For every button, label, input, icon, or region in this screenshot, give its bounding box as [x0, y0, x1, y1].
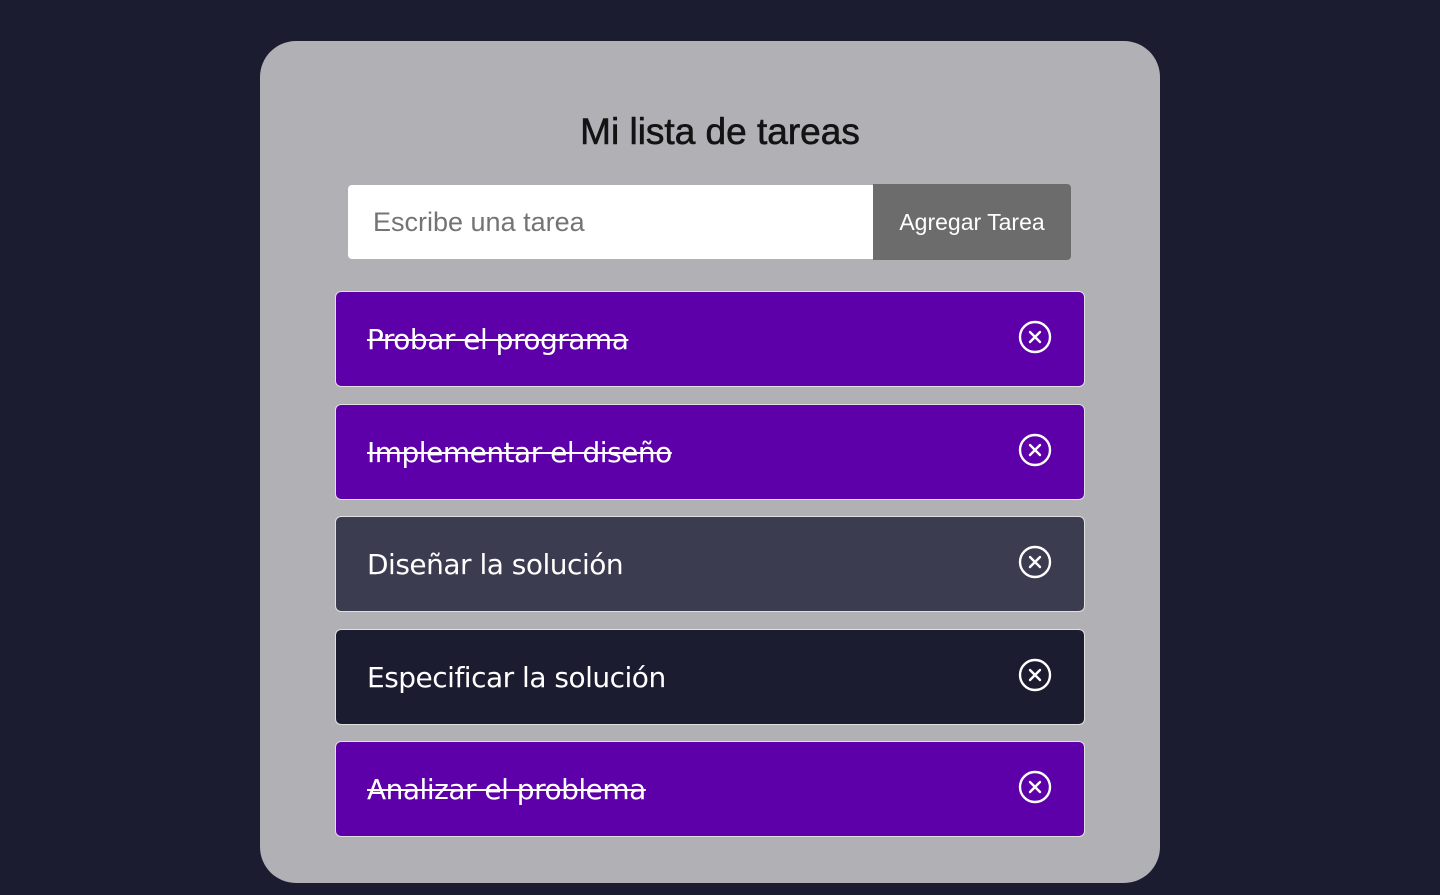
task-text: Diseñar la solución [367, 548, 624, 581]
task-text: Implementar el diseño [367, 436, 672, 469]
task-item[interactable]: Probar el programa [335, 291, 1085, 387]
close-circle-icon[interactable] [1018, 545, 1052, 579]
page-title: Mi lista de tareas [580, 111, 860, 153]
task-text: Especificar la solución [367, 661, 666, 694]
task-item[interactable]: Analizar el problema [335, 741, 1085, 837]
add-task-button[interactable]: Agregar Tarea [873, 184, 1071, 260]
close-circle-icon[interactable] [1018, 658, 1052, 692]
task-item[interactable]: Diseñar la solución [335, 516, 1085, 612]
task-text: Analizar el problema [367, 773, 646, 806]
task-item[interactable]: Especificar la solución [335, 629, 1085, 725]
close-circle-icon[interactable] [1018, 770, 1052, 804]
close-circle-icon[interactable] [1018, 320, 1052, 354]
add-task-form: Agregar Tarea [348, 184, 1071, 260]
task-input[interactable] [348, 185, 873, 259]
close-circle-icon[interactable] [1018, 433, 1052, 467]
task-item[interactable]: Implementar el diseño [335, 404, 1085, 500]
task-text: Probar el programa [367, 323, 629, 356]
